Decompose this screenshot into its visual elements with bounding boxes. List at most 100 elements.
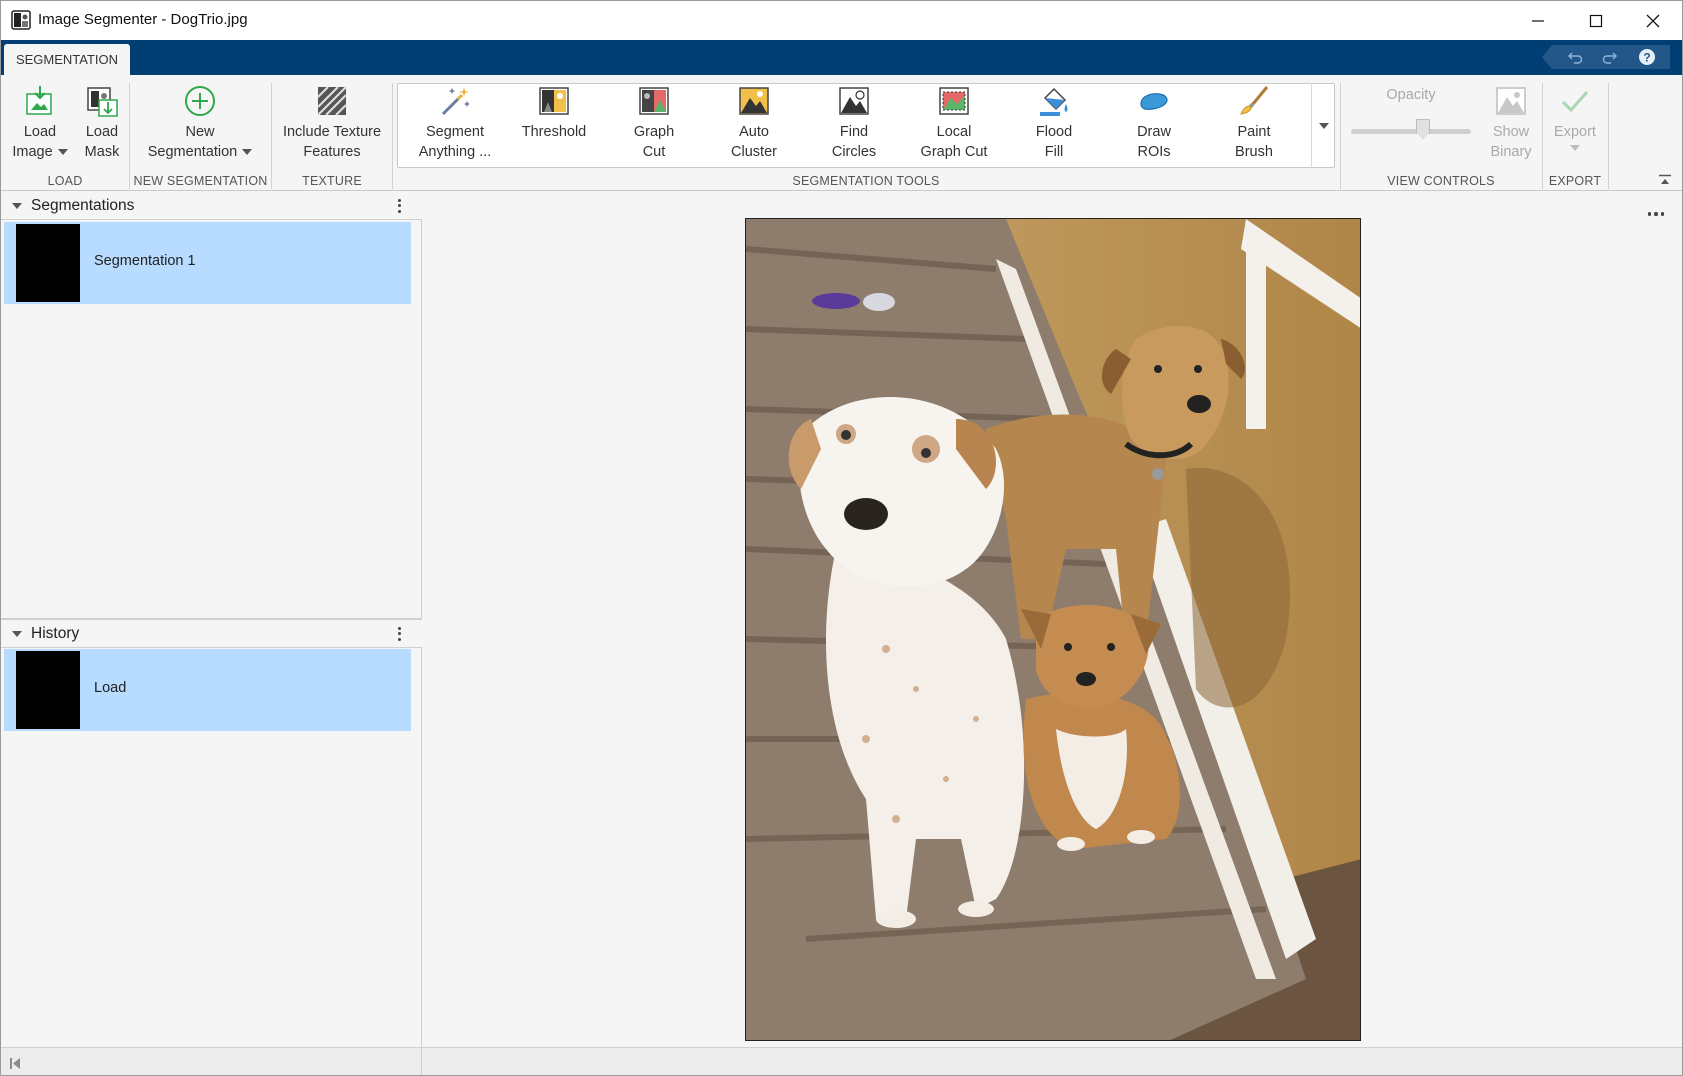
quick-access-bar: ?: [1542, 45, 1670, 69]
opacity-label: Opacity: [1386, 87, 1436, 103]
load-mask-button[interactable]: Load Mask: [79, 83, 125, 162]
auto-cluster-button[interactable]: Auto Cluster: [714, 83, 794, 162]
undo-icon: [1568, 52, 1583, 64]
help-icon: ?: [1639, 49, 1655, 65]
history-item-label: Load: [94, 680, 127, 696]
find-circles-label-2: Circles: [831, 144, 877, 160]
redo-icon: [1602, 52, 1617, 64]
toolstrip: Load Image Load Mask LOAD New Segmentati…: [1, 75, 1682, 191]
show-binary-label-1: Show: [1492, 124, 1530, 140]
maximize-icon: [1589, 14, 1603, 27]
dropdown-caret-icon: [57, 149, 68, 156]
image-display-area: [423, 192, 1682, 1047]
load-image-label-2: Image: [12, 142, 68, 162]
separator: [1608, 83, 1609, 189]
opacity-slider-thumb[interactable]: [1416, 119, 1430, 139]
section-label-segmentation-tools: SEGMENTATION TOOLS: [792, 174, 940, 188]
gallery-expand-button[interactable]: [1311, 83, 1335, 168]
status-bar-left: [1, 1048, 422, 1075]
undo-button[interactable]: [1564, 48, 1586, 66]
app-icon: [11, 10, 31, 30]
section-label-view-controls: VIEW CONTROLS: [1387, 174, 1495, 188]
segmentation-thumbnail: [16, 224, 80, 302]
local-graph-cut-label-2: Graph Cut: [920, 144, 988, 160]
close-icon: [1646, 14, 1660, 27]
help-button[interactable]: ?: [1636, 48, 1658, 66]
draw-roi-icon: [1140, 93, 1168, 110]
graph-cut-label-2: Cut: [642, 144, 666, 160]
load-image-button[interactable]: Load Image: [9, 83, 71, 162]
show-binary-icon: [1496, 87, 1526, 115]
opacity-slider[interactable]: [1351, 129, 1471, 134]
minimize-icon: [1532, 19, 1544, 22]
dropdown-caret-icon: [242, 149, 253, 156]
maximize-button[interactable]: [1567, 1, 1625, 40]
segmentations-panel-title: Segmentations: [31, 196, 135, 214]
new-segmentation-label-2: Segmentation: [148, 142, 253, 162]
section-label-texture: TEXTURE: [302, 174, 362, 188]
load-mask-label-1: Load: [85, 124, 119, 140]
include-texture-button[interactable]: Include Texture Features: [279, 83, 385, 162]
export-label: Export: [1554, 124, 1596, 140]
dog-photo: [746, 219, 1360, 1040]
status-bar: [1, 1047, 1682, 1075]
tab-strip: SEGMENTATION ?: [1, 40, 1682, 75]
auto-cluster-label-2: Cluster: [731, 144, 777, 160]
image-canvas[interactable]: [745, 218, 1361, 1041]
include-texture-label-2: Features: [303, 144, 361, 160]
history-thumbnail: [16, 651, 80, 729]
export-button[interactable]: Export: [1547, 83, 1603, 151]
history-list-item[interactable]: Load: [4, 649, 411, 731]
tab-segmentation[interactable]: SEGMENTATION: [4, 44, 130, 75]
section-label-load: LOAD: [47, 174, 83, 188]
graph-cut-button[interactable]: Graph Cut: [614, 83, 694, 162]
skip-to-start-icon[interactable]: [9, 1057, 21, 1070]
history-panel-header[interactable]: History: [1, 620, 422, 648]
magic-wand-icon: [441, 87, 470, 116]
paint-brush-button[interactable]: Paint Brush: [1214, 83, 1294, 162]
find-circles-label-1: Find: [839, 124, 869, 140]
load-image-label-1: Load: [23, 124, 57, 140]
segment-anything-button[interactable]: Segment Anything ...: [414, 83, 496, 162]
history-panel-title: History: [31, 624, 80, 642]
more-options-icon[interactable]: [398, 626, 402, 641]
more-options-icon[interactable]: [398, 198, 402, 213]
draw-rois-label-1: Draw: [1137, 124, 1171, 140]
auto-cluster-icon: [739, 87, 769, 115]
collapse-triangle-icon[interactable]: [12, 630, 22, 637]
segmentations-panel-header[interactable]: Segmentations: [1, 192, 422, 220]
draw-rois-button[interactable]: Draw ROIs: [1114, 83, 1194, 162]
find-circles-button[interactable]: Find Circles: [814, 83, 894, 162]
threshold-label: Threshold: [521, 124, 587, 140]
include-texture-label-1: Include Texture: [282, 124, 382, 140]
paint-brush-label-2: Brush: [1235, 144, 1273, 160]
local-graph-cut-button[interactable]: Local Graph Cut: [914, 83, 994, 162]
collapse-triangle-icon[interactable]: [12, 202, 22, 209]
local-graph-cut-label-1: Local: [936, 124, 972, 140]
more-options-icon[interactable]: [1647, 212, 1664, 216]
redo-button[interactable]: [1599, 48, 1621, 66]
flood-fill-label-1: Flood: [1035, 124, 1073, 140]
new-segmentation-button[interactable]: New Segmentation: [141, 83, 259, 162]
segment-anything-label-1: Segment: [425, 124, 485, 140]
collapse-toolstrip-button[interactable]: [1658, 173, 1672, 191]
find-circles-icon: [839, 87, 869, 115]
section-label-new-segmentation: NEW SEGMENTATION: [133, 174, 268, 188]
auto-cluster-label-1: Auto: [739, 124, 769, 140]
section-label-export: EXPORT: [1548, 174, 1602, 188]
separator: [392, 83, 393, 189]
flood-fill-button[interactable]: Flood Fill: [1014, 83, 1094, 162]
chevron-down-icon: [1318, 122, 1329, 129]
segmentation-list-item[interactable]: Segmentation 1: [4, 222, 411, 304]
graph-cut-icon: [639, 87, 669, 115]
graph-cut-label-1: Graph: [633, 124, 675, 140]
flood-fill-label-2: Fill: [1044, 144, 1064, 160]
texture-icon: [317, 86, 347, 116]
show-binary-button[interactable]: Show Binary: [1481, 83, 1541, 162]
minimize-button[interactable]: [1509, 1, 1567, 40]
segmentation-item-label: Segmentation 1: [94, 253, 196, 269]
threshold-button[interactable]: Threshold: [514, 83, 594, 142]
checkmark-icon: [1561, 91, 1589, 113]
collapse-up-icon: [1659, 174, 1671, 184]
close-button[interactable]: [1624, 1, 1682, 40]
